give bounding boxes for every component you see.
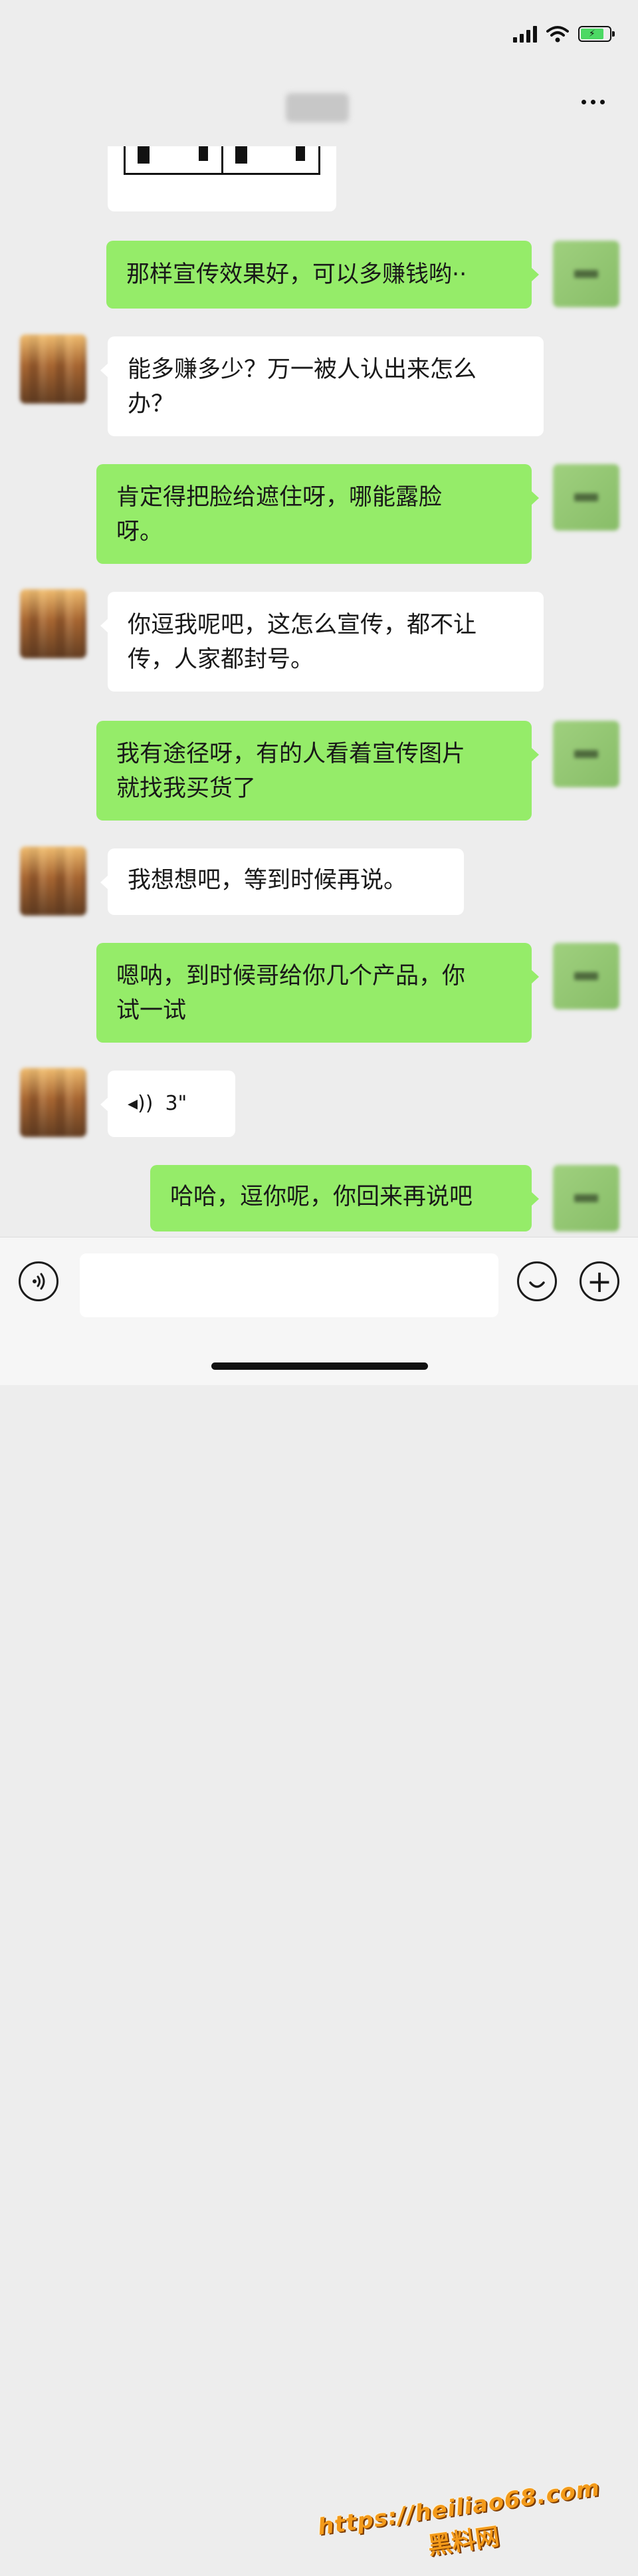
- message-text-line: 我有途径呀，有的人看着宣传图片: [116, 741, 466, 767]
- message-bubble-self[interactable]: 嗯呐，到时候哥给你几个产品，你 试一试: [96, 943, 539, 1043]
- battery-icon: ⚡: [578, 26, 615, 42]
- image-message[interactable]: [108, 146, 336, 211]
- status-icons: ⚡: [513, 25, 615, 43]
- message-text: 我想想吧，等到时候再说。: [128, 867, 407, 894]
- battery-level: ⚡: [581, 29, 603, 39]
- smile-icon: [529, 1281, 545, 1288]
- watermark: https://heiliao68.com 黑料网: [316, 2475, 607, 2576]
- message-text-line: 呀。: [116, 519, 163, 545]
- message-bubble-self[interactable]: 哈哈，逗你呢，你回来再说吧: [150, 1165, 539, 1231]
- message-text-line: 嗯呐，到时候哥给你几个产品，你: [116, 963, 466, 989]
- message-text-line: 能多赚多少？万一被人认出来怎么: [128, 356, 477, 383]
- emoji-icon[interactable]: [517, 1261, 557, 1301]
- message-input[interactable]: [80, 1253, 498, 1317]
- voice-wave-icon: ◂)): [128, 1092, 154, 1115]
- message-text-line: 试一试: [116, 997, 187, 1024]
- voice-duration: 3": [165, 1092, 187, 1115]
- voice-message-content: ◂)) 3": [128, 1087, 215, 1121]
- contact-name: [286, 93, 349, 122]
- more-button[interactable]: [575, 93, 611, 111]
- message-text-line: 肯定得把脸给遮住呀，哪能露脸: [116, 484, 443, 511]
- message-bubble-self[interactable]: 我有途径呀，有的人看着宣传图片 就找我买货了: [96, 721, 539, 821]
- signal-icon: [513, 25, 537, 43]
- my-avatar[interactable]: [553, 943, 619, 1009]
- message-text: 哈哈，逗你呢，你回来再说吧: [170, 1184, 473, 1210]
- message-bubble-other[interactable]: 能多赚多少？万一被人认出来怎么 办？: [100, 336, 544, 436]
- my-avatar[interactable]: [553, 464, 619, 531]
- contact-avatar[interactable]: [20, 846, 86, 916]
- plus-icon[interactable]: +: [580, 1261, 619, 1301]
- message-image: [124, 146, 320, 175]
- message-text-line: 传，人家都封号。: [128, 646, 314, 673]
- contact-avatar[interactable]: [20, 589, 86, 658]
- status-bar: ⚡: [0, 0, 638, 73]
- message-text-line: 就找我买货了: [116, 775, 257, 802]
- my-avatar[interactable]: [553, 1165, 619, 1231]
- message-list[interactable]: 那样宣传效果好，可以多赚钱哟·· 能多赚多少？万一被人认出来怎么 办？ 肯定得把…: [0, 146, 638, 1237]
- message-text-line: 你逗我呢吧，这怎么宣传，都不让: [128, 612, 477, 638]
- input-bar: + https://heiliao68.com 黑料网: [0, 1237, 638, 2560]
- voice-message[interactable]: ◂)) 3": [100, 1071, 235, 1137]
- message-bubble-other[interactable]: 你逗我呢吧，这怎么宣传，都不让 传，人家都封号。: [100, 592, 544, 692]
- contact-avatar[interactable]: [20, 1068, 86, 1137]
- message-bubble-self[interactable]: 肯定得把脸给遮住呀，哪能露脸 呀。: [96, 464, 539, 564]
- message-text: 那样宣传效果好，可以多赚钱哟··: [126, 261, 467, 288]
- my-avatar[interactable]: [553, 241, 619, 307]
- wifi-icon: [546, 26, 569, 43]
- home-indicator[interactable]: [211, 1362, 428, 1370]
- contact-avatar[interactable]: [20, 334, 86, 404]
- voice-input-icon[interactable]: [19, 1261, 58, 1301]
- message-text-line: 办？: [128, 391, 175, 418]
- my-avatar[interactable]: [553, 721, 619, 787]
- chat-header: [0, 73, 638, 146]
- message-bubble-self[interactable]: 那样宣传效果好，可以多赚钱哟··: [106, 241, 539, 309]
- more-dots-icon: [582, 100, 586, 104]
- voice-waves-icon: [33, 1273, 45, 1290]
- message-bubble-other[interactable]: 我想想吧，等到时候再说。: [100, 848, 464, 915]
